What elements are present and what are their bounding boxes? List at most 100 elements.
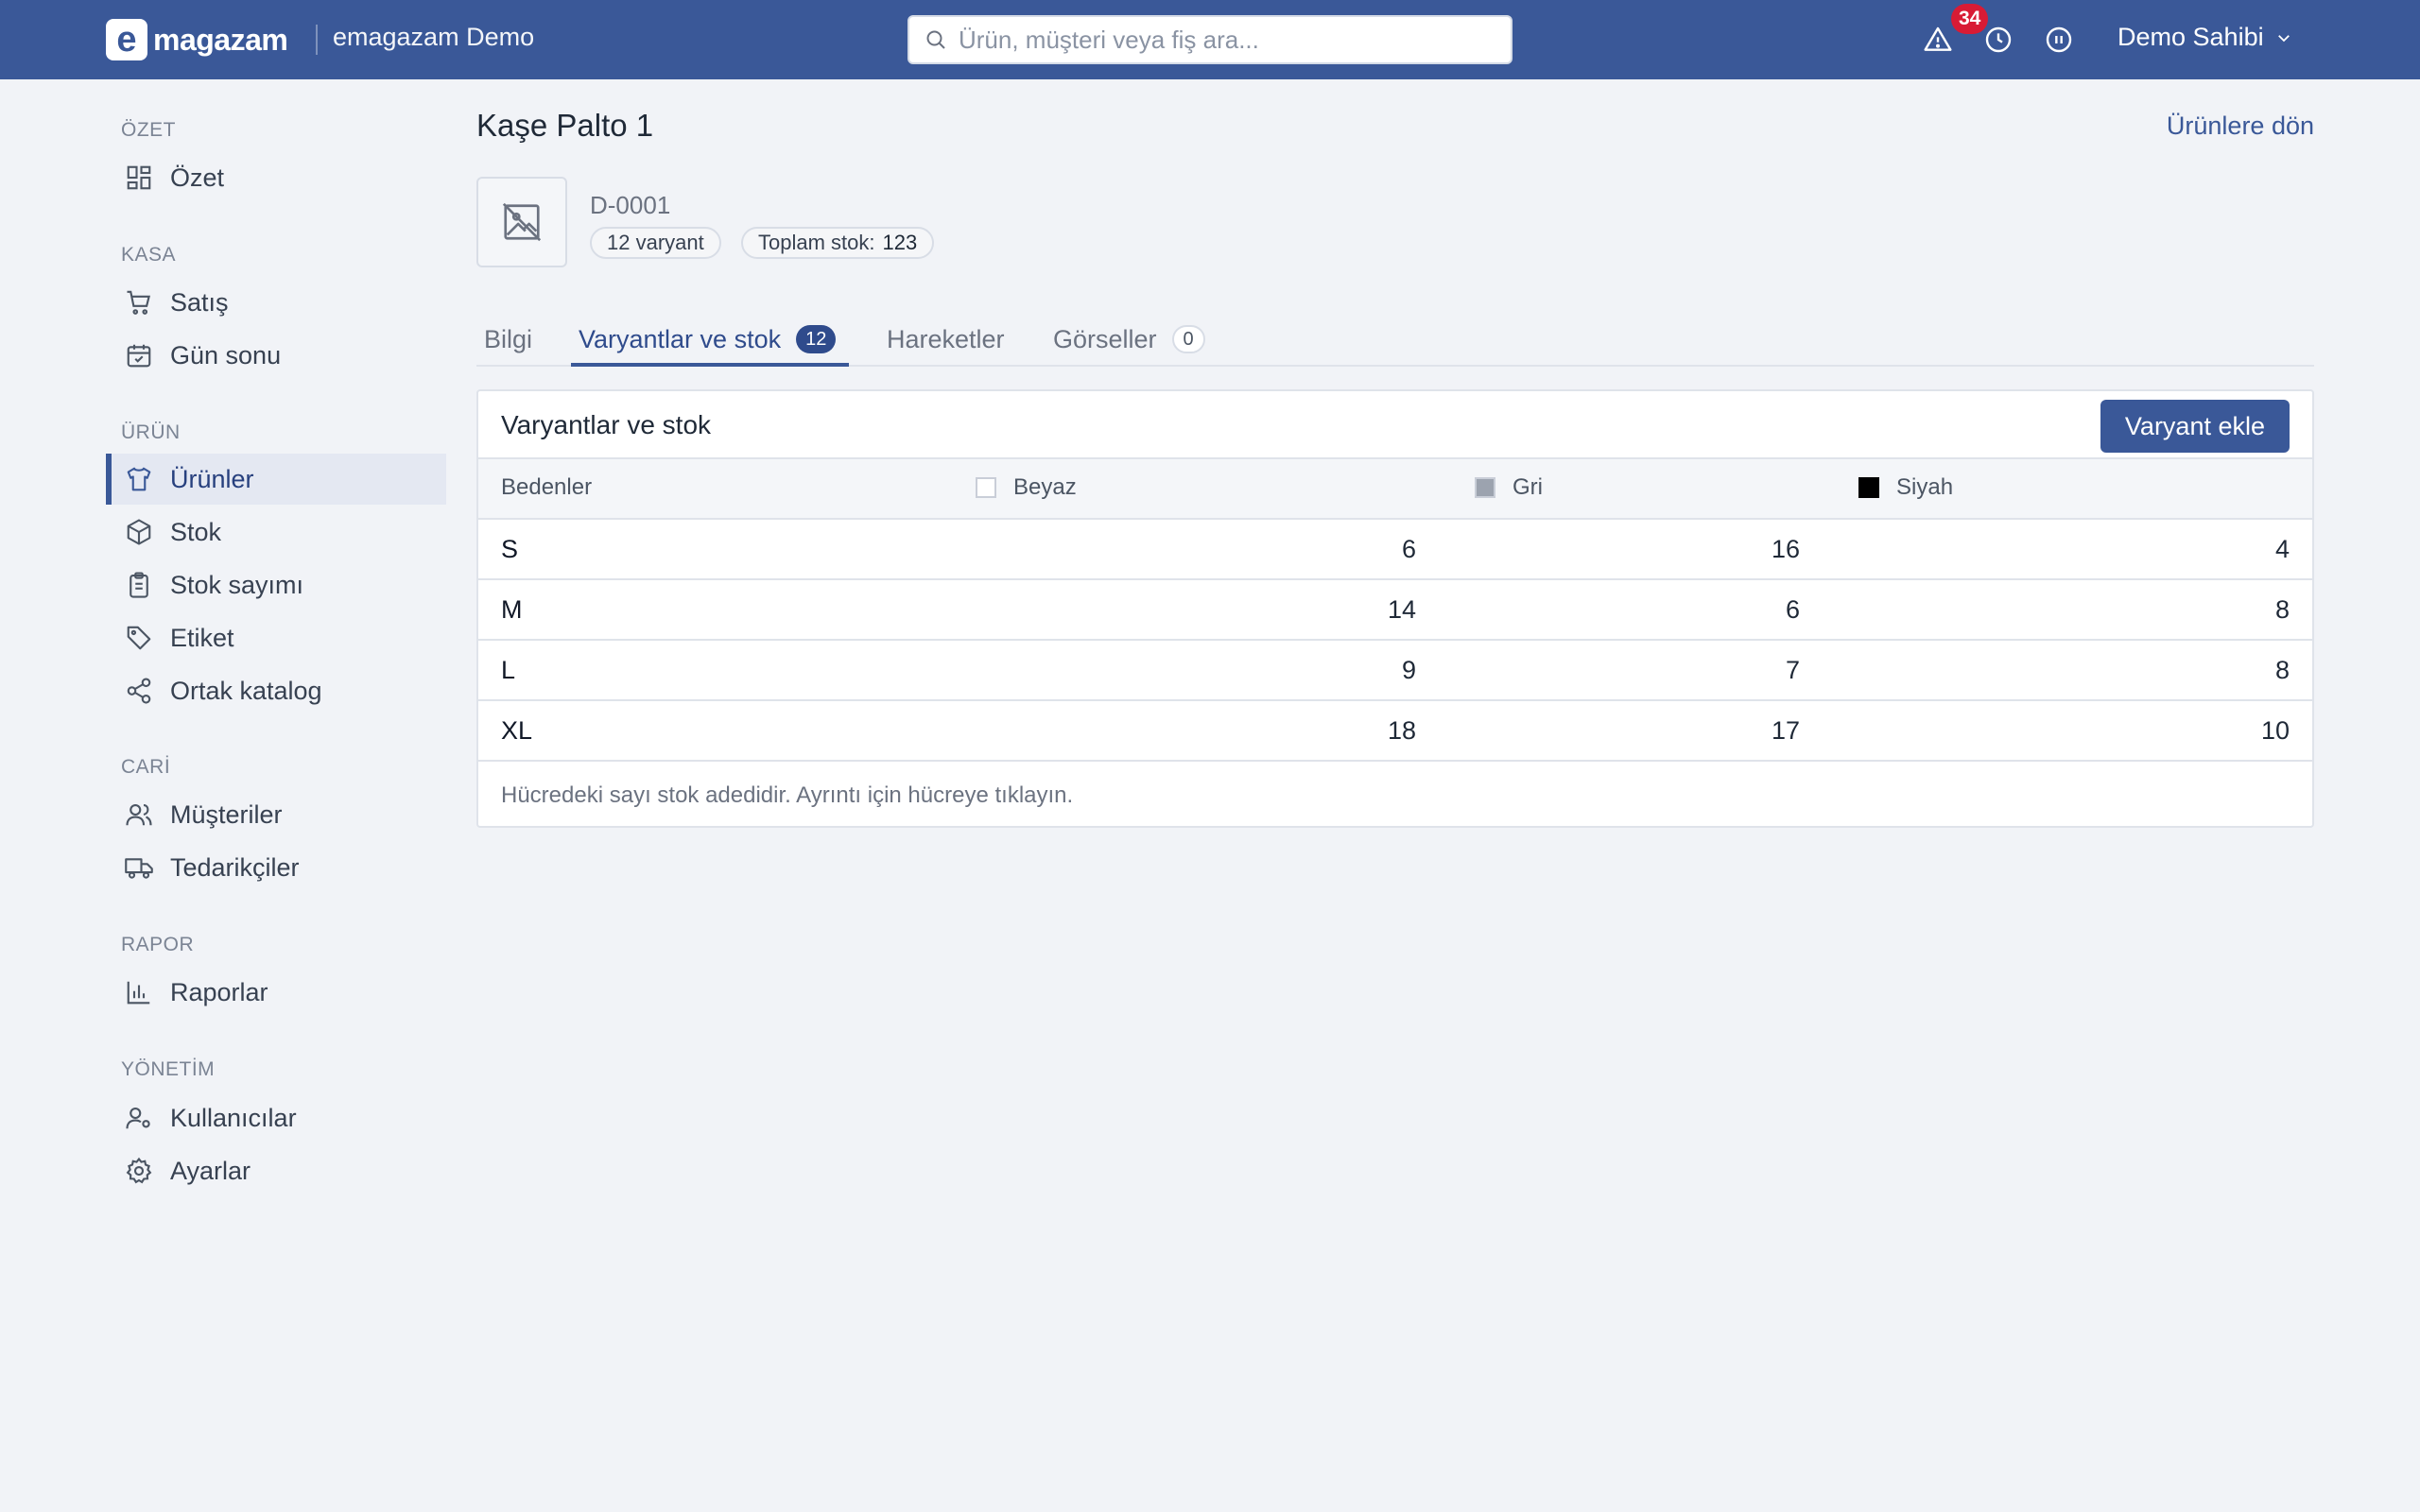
sidebar-item-label: Müşteriler bbox=[170, 799, 283, 829]
back-to-products-link[interactable]: Ürünlere dön bbox=[2167, 112, 2314, 141]
tab-gorseller[interactable]: Görseller 0 bbox=[1053, 316, 1205, 363]
tab-label: Varyantlar ve stok bbox=[579, 324, 782, 353]
sidebar-item-label: Stok bbox=[170, 517, 222, 546]
stock-cell[interactable]: 16 bbox=[1686, 535, 1800, 564]
table-row: L 9 7 8 bbox=[478, 641, 2312, 701]
sidebar-item-tedarikciler[interactable]: Tedarikçiler bbox=[106, 842, 446, 893]
clipboard-icon bbox=[130, 572, 148, 598]
stock-cell[interactable]: 4 bbox=[2176, 535, 2290, 564]
bar-chart-icon bbox=[127, 981, 150, 1005]
logo-text: magazam bbox=[153, 22, 288, 57]
tab-label: Bilgi bbox=[484, 324, 533, 353]
add-variant-button[interactable]: Varyant ekle bbox=[2100, 400, 2290, 453]
tab-bilgi[interactable]: Bilgi bbox=[484, 316, 532, 363]
sidebar-item-ozet[interactable]: Özet bbox=[106, 152, 446, 203]
sidebar-item-urunler[interactable]: Ürünler bbox=[106, 454, 446, 505]
gear-icon bbox=[126, 1157, 152, 1184]
user-menu[interactable]: Demo Sahibi bbox=[2118, 23, 2292, 52]
total-stock-label: Toplam stok: bbox=[758, 231, 875, 254]
alert-button[interactable] bbox=[1919, 21, 1957, 59]
card-header: Varyantlar ve stok Varyant ekle bbox=[478, 391, 2312, 459]
tab-varyantlar[interactable]: Varyantlar ve stok 12 bbox=[579, 316, 837, 363]
size-column-header: Bedenler bbox=[501, 474, 592, 501]
search-input[interactable] bbox=[959, 25, 1488, 55]
tab-bar: Bilgi Varyantlar ve stok 12 Hareketler G… bbox=[476, 302, 2314, 367]
sidebar-item-label: Gün sonu bbox=[170, 340, 282, 369]
table-header: Bedenler Beyaz Gri Siyah bbox=[478, 459, 2312, 520]
divider bbox=[316, 25, 318, 55]
store-name: emagazam Demo bbox=[333, 23, 535, 51]
color-column-header-siyah: Siyah bbox=[1858, 474, 1953, 501]
user-name: Demo Sahibi bbox=[2118, 23, 2264, 51]
sidebar-item-raporlar[interactable]: Raporlar bbox=[106, 967, 446, 1018]
sidebar-item-etiket[interactable]: Etiket bbox=[106, 612, 446, 663]
table-footnote: Hücredeki sayı stok adedidir. Ayrıntı iç… bbox=[501, 782, 1074, 808]
sidebar-item-label: Etiket bbox=[170, 623, 234, 652]
sidebar-section-urun: ÜRÜN bbox=[121, 421, 181, 443]
tab-count-badge: 0 bbox=[1171, 325, 1205, 353]
stock-cell[interactable]: 10 bbox=[2176, 716, 2290, 746]
sidebar-item-musteriler[interactable]: Müşteriler bbox=[106, 789, 446, 840]
tab-label: Hareketler bbox=[887, 324, 1005, 353]
stock-cell[interactable]: 7 bbox=[1686, 656, 1800, 685]
size-cell: M bbox=[501, 595, 523, 624]
size-cell: L bbox=[501, 656, 516, 684]
shirt-icon bbox=[127, 467, 151, 491]
sidebar-item-stok[interactable]: Stok bbox=[106, 507, 446, 558]
sidebar-item-label: Ortak katalog bbox=[170, 676, 322, 705]
stock-cell[interactable]: 18 bbox=[1303, 716, 1416, 746]
table-row: M 14 6 8 bbox=[478, 580, 2312, 641]
stock-cell[interactable]: 6 bbox=[1686, 595, 1800, 625]
product-sku: D-0001 bbox=[590, 191, 671, 219]
history-button[interactable] bbox=[1979, 21, 2017, 59]
color-swatch-gri bbox=[1475, 477, 1495, 498]
users-icon bbox=[126, 803, 152, 826]
sidebar-item-label: Stok sayımı bbox=[170, 570, 304, 599]
total-stock-value: 123 bbox=[882, 231, 918, 254]
warning-icon bbox=[1924, 26, 1952, 51]
total-stock-pill: Toplam stok: 123 bbox=[741, 227, 935, 259]
sidebar-item-gun-sonu[interactable]: Gün sonu bbox=[106, 330, 446, 381]
sidebar-item-label: Raporlar bbox=[170, 977, 268, 1006]
variant-count-pill: 12 varyant bbox=[590, 227, 721, 259]
cart-icon bbox=[127, 290, 150, 315]
size-cell: S bbox=[501, 535, 519, 563]
color-column-header-beyaz: Beyaz bbox=[976, 474, 1077, 501]
no-image-icon bbox=[502, 202, 542, 242]
pause-icon bbox=[2046, 26, 2072, 53]
pause-button[interactable] bbox=[2040, 21, 2078, 59]
sidebar-item-ortak-katalog[interactable]: Ortak katalog bbox=[106, 665, 446, 716]
stock-cell[interactable]: 6 bbox=[1303, 535, 1416, 564]
stock-cell[interactable]: 8 bbox=[2176, 595, 2290, 625]
color-swatch-siyah bbox=[1858, 477, 1879, 498]
variant-count-label: 12 varyant bbox=[607, 231, 704, 254]
stock-cell[interactable]: 8 bbox=[2176, 656, 2290, 685]
color-swatch-beyaz bbox=[976, 477, 996, 498]
table-row: XL 18 17 10 bbox=[478, 701, 2312, 762]
search-box[interactable] bbox=[908, 15, 1512, 64]
user-settings-icon bbox=[126, 1107, 150, 1129]
top-bar: e magazam emagazam Demo 34 Demo Sahibi bbox=[0, 0, 2420, 79]
sidebar-item-stok-sayimi[interactable]: Stok sayımı bbox=[106, 559, 446, 610]
app-logo[interactable]: e magazam bbox=[106, 19, 288, 60]
sidebar-section-kasa: KASA bbox=[121, 244, 177, 266]
sidebar-item-kullanicilar[interactable]: Kullanıcılar bbox=[106, 1092, 446, 1143]
stock-cell[interactable]: 17 bbox=[1686, 716, 1800, 746]
sidebar-section-ozet: ÖZET bbox=[121, 119, 176, 141]
size-cell: XL bbox=[501, 716, 533, 745]
sidebar-item-label: Kullanıcılar bbox=[170, 1103, 297, 1132]
tab-hareketler[interactable]: Hareketler bbox=[887, 316, 1005, 363]
product-thumbnail[interactable] bbox=[476, 177, 567, 267]
card-title: Varyantlar ve stok bbox=[501, 410, 712, 439]
sidebar-section-cari: CARİ bbox=[121, 756, 171, 778]
clock-icon bbox=[1985, 26, 2012, 53]
page-title: Kaşe Palto 1 bbox=[476, 108, 654, 143]
sidebar-item-satis[interactable]: Satış bbox=[106, 277, 446, 328]
stock-cell[interactable]: 9 bbox=[1303, 656, 1416, 685]
truck-icon bbox=[125, 858, 153, 879]
sidebar-item-label: Satış bbox=[170, 287, 229, 317]
stock-cell[interactable]: 14 bbox=[1303, 595, 1416, 625]
sidebar-item-ayarlar[interactable]: Ayarlar bbox=[106, 1145, 446, 1196]
dashboard-icon bbox=[127, 165, 151, 190]
column-header-label: Bedenler bbox=[501, 474, 593, 500]
